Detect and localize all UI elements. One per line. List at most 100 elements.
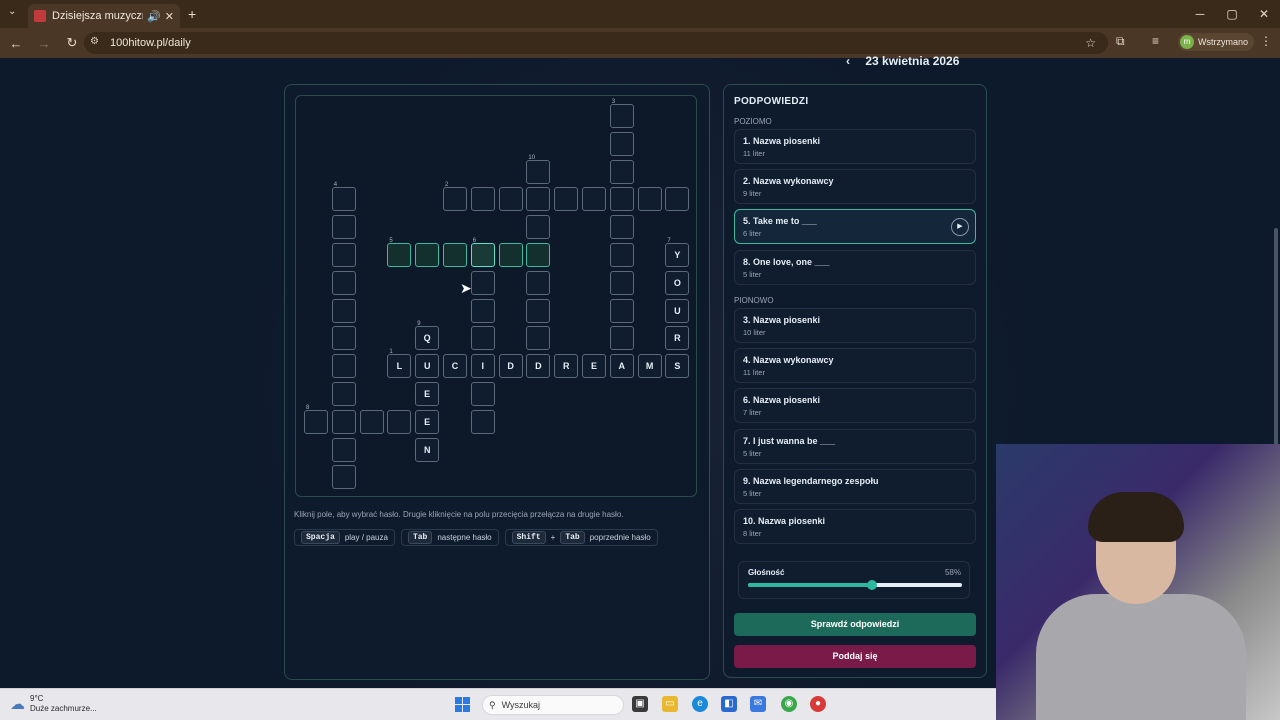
- crossword-cell[interactable]: U: [415, 354, 440, 379]
- clue-item[interactable]: 3. Nazwa piosenki 10 liter: [734, 308, 976, 343]
- crossword-cell[interactable]: R: [554, 354, 579, 379]
- crossword-cell[interactable]: [498, 243, 523, 267]
- crossword-cell[interactable]: [331, 270, 356, 295]
- crossword-cell[interactable]: 5: [387, 238, 412, 267]
- crossword-cell[interactable]: [387, 409, 412, 434]
- crossword-cell[interactable]: [331, 382, 356, 406]
- clue-item[interactable]: 2. Nazwa wykonawcy 9 liter: [734, 169, 976, 205]
- crossword-cell[interactable]: [443, 243, 467, 267]
- outlook-icon[interactable]: ✉: [750, 696, 766, 712]
- crossword-cell[interactable]: E: [415, 409, 440, 434]
- edge-browser-icon[interactable]: e: [692, 696, 708, 712]
- task-view-icon[interactable]: ▣: [632, 696, 648, 712]
- crossword-cell[interactable]: S: [665, 354, 690, 379]
- crossword-cell[interactable]: U: [665, 298, 690, 323]
- crossword-cell[interactable]: [609, 187, 634, 212]
- new-tab-button[interactable]: +: [188, 6, 196, 22]
- maximize-button[interactable]: ▢: [1216, 0, 1248, 28]
- crossword-cell[interactable]: [470, 326, 495, 351]
- crossword-cell[interactable]: I: [470, 354, 495, 379]
- clue-item[interactable]: 6. Nazwa piosenki 7 liter: [734, 388, 976, 424]
- crossword-cell[interactable]: [526, 298, 551, 323]
- taskbar-search[interactable]: ⚲ Wyszukaj: [482, 695, 624, 715]
- crossword-cell[interactable]: 6: [470, 238, 495, 267]
- media-controls-icon[interactable]: ≡: [1152, 34, 1159, 48]
- crossword-cell[interactable]: [609, 243, 634, 267]
- tab-close-icon[interactable]: ✕: [165, 10, 174, 23]
- crossword-cell[interactable]: N: [415, 437, 440, 462]
- crossword-cell[interactable]: O: [665, 270, 690, 295]
- crossword-cell[interactable]: [526, 326, 551, 351]
- crossword-cell[interactable]: [526, 215, 551, 240]
- bookmark-star-icon[interactable]: ☆: [1085, 36, 1096, 50]
- crossword-cell[interactable]: [331, 326, 356, 351]
- tab-sound-icon[interactable]: 🔊: [147, 10, 161, 23]
- site-info-icon[interactable]: ⚙: [90, 36, 104, 50]
- give-up-button[interactable]: Poddaj się: [734, 645, 976, 668]
- browser-menu-icon[interactable]: ⋮: [1260, 34, 1272, 48]
- crossword-cell[interactable]: [526, 187, 551, 212]
- crossword-cell[interactable]: [609, 270, 634, 295]
- crossword-cell[interactable]: [609, 298, 634, 323]
- crossword-cell[interactable]: M: [637, 354, 662, 379]
- crossword-cell[interactable]: [665, 187, 690, 212]
- crossword-cell[interactable]: D: [498, 354, 523, 379]
- crossword-cell[interactable]: [609, 326, 634, 351]
- crossword-cell[interactable]: 9Q: [415, 321, 440, 351]
- crossword-cell[interactable]: [470, 187, 495, 212]
- crossword-cell[interactable]: A: [609, 354, 634, 379]
- chrome-icon[interactable]: ◉: [781, 696, 797, 712]
- crossword-cell[interactable]: [415, 243, 440, 267]
- extensions-icon[interactable]: ⧉: [1116, 34, 1125, 49]
- clue-item[interactable]: 10. Nazwa piosenki 8 liter: [734, 509, 976, 544]
- crossword-cell[interactable]: [470, 382, 495, 406]
- back-icon[interactable]: ←: [4, 36, 28, 51]
- clue-item[interactable]: 7. I just wanna be ___ 5 liter: [734, 428, 976, 464]
- crossword-cell[interactable]: 3: [609, 99, 634, 128]
- crossword-cell[interactable]: [331, 243, 356, 267]
- crossword-cell[interactable]: [609, 159, 634, 184]
- crossword-cell[interactable]: 8: [304, 405, 328, 434]
- crossword-cell[interactable]: 1L: [387, 349, 412, 379]
- close-window-button[interactable]: ✕: [1248, 0, 1280, 28]
- crossword-cell[interactable]: [359, 409, 384, 434]
- volume-knob[interactable]: [867, 580, 878, 590]
- clue-item[interactable]: 9. Nazwa legendarnego zespołu 5 liter: [734, 468, 976, 504]
- forward-icon[interactable]: →: [32, 36, 56, 51]
- prev-day-arrow-icon[interactable]: ‹: [846, 54, 850, 68]
- crossword-cell[interactable]: [470, 270, 495, 295]
- crossword-cell[interactable]: [470, 298, 495, 323]
- minimize-button[interactable]: ─: [1184, 0, 1216, 28]
- file-explorer-icon[interactable]: ▭: [662, 696, 678, 712]
- check-answers-button[interactable]: Sprawdź odpowiedzi: [734, 613, 976, 636]
- crossword-cell[interactable]: 4: [331, 182, 356, 212]
- crossword-cell[interactable]: E: [415, 382, 440, 406]
- crossword-cell[interactable]: [331, 437, 356, 462]
- crossword-cell[interactable]: 7Y: [665, 238, 690, 267]
- browser-tab[interactable]: Dzisiejsza muzyczna krzyż 🔊 ✕: [28, 4, 180, 28]
- clue-item[interactable]: 5. Take me to ___ 6 liter ▶: [734, 209, 976, 245]
- reload-icon[interactable]: ↻: [60, 35, 84, 51]
- weather-widget[interactable]: ☁ 9°C Duże zachmurze...: [10, 694, 97, 714]
- crossword-cell[interactable]: [637, 187, 662, 212]
- crossword-cell[interactable]: [554, 187, 579, 212]
- crossword-cell[interactable]: [582, 187, 606, 212]
- crossword-cell[interactable]: [331, 465, 356, 490]
- crossword-cell[interactable]: R: [665, 326, 690, 351]
- windows-start-icon[interactable]: [455, 697, 470, 712]
- clue-item[interactable]: 8. One love, one ___ 5 liter: [734, 249, 976, 285]
- crossword-cell[interactable]: D: [526, 354, 551, 379]
- crossword-cell[interactable]: [526, 270, 551, 295]
- crossword-cell[interactable]: [609, 215, 634, 240]
- tab-search-icon[interactable]: ⌄: [8, 6, 16, 17]
- crossword-cell[interactable]: [331, 409, 356, 434]
- clue-item[interactable]: 4. Nazwa wykonawcy 11 liter: [734, 348, 976, 384]
- profile-button[interactable]: m Wstrzymano: [1178, 33, 1255, 51]
- crossword-cell[interactable]: C: [443, 354, 467, 379]
- app-icon[interactable]: ●: [810, 696, 826, 712]
- crossword-cell[interactable]: [498, 187, 523, 212]
- store-icon[interactable]: ◧: [721, 696, 737, 712]
- crossword-cell[interactable]: [526, 243, 551, 267]
- crossword-cell[interactable]: [331, 354, 356, 379]
- crossword-cell[interactable]: 10: [526, 155, 551, 184]
